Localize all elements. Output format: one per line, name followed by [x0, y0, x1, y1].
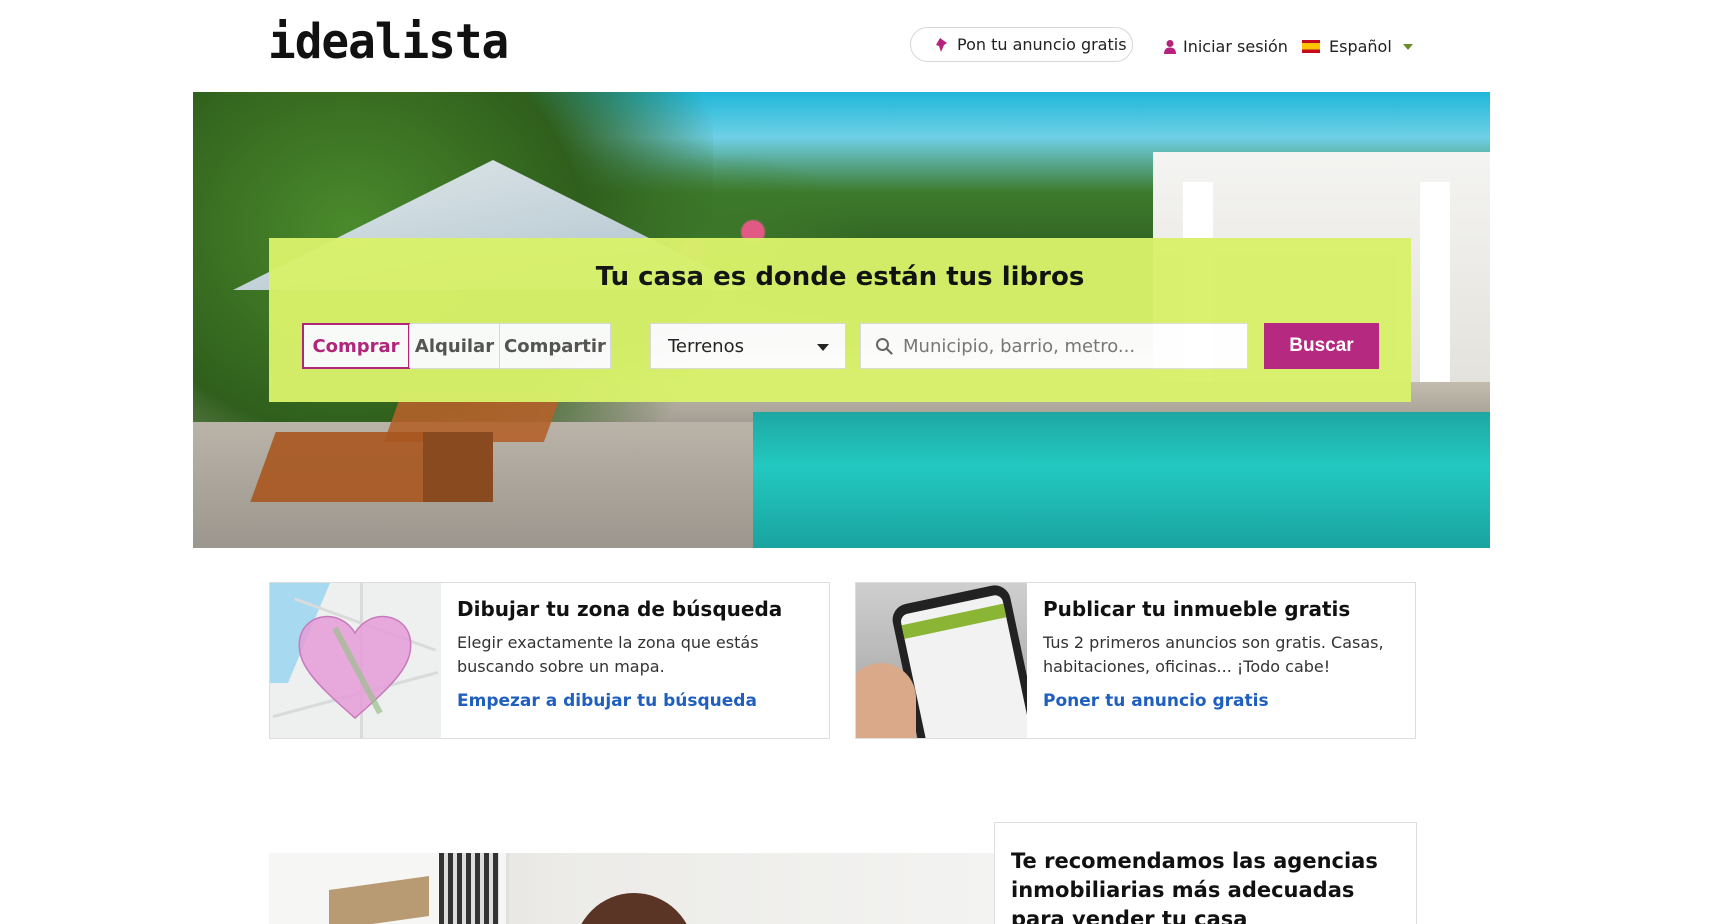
tab-comprar[interactable]: Comprar	[302, 323, 410, 369]
card-text: Tus 2 primeros anuncios son gratis. Casa…	[1043, 633, 1384, 676]
pin-icon	[936, 37, 947, 52]
spain-flag-icon	[1302, 40, 1320, 53]
location-search-field[interactable]	[860, 323, 1248, 369]
tab-alquilar[interactable]: Alquilar	[409, 324, 499, 368]
property-type-value: Terrenos	[668, 335, 744, 357]
search-title: Tu casa es donde están tus libros	[595, 262, 1085, 292]
language-label: Español	[1329, 37, 1392, 56]
heart-area-icon	[298, 616, 412, 719]
user-icon	[1164, 39, 1176, 54]
card-title: Publicar tu inmueble gratis	[1043, 597, 1351, 621]
language-selector[interactable]: Español	[1302, 37, 1413, 56]
draw-area-card[interactable]: Dibujar tu zona de búsqueda Elegir exact…	[269, 582, 830, 739]
publish-ad-button[interactable]: Pon tu anuncio gratis	[910, 27, 1133, 62]
location-input[interactable]	[903, 335, 1233, 357]
chevron-down-icon	[817, 344, 829, 351]
login-label: Iniciar sesión	[1183, 37, 1288, 56]
operation-tabs: Comprar Alquilar Compartir	[302, 323, 611, 369]
start-drawing-link[interactable]: Empezar a dibujar tu búsqueda	[457, 691, 813, 711]
search-button[interactable]: Buscar	[1264, 323, 1379, 369]
idealista-logo[interactable]: idealista	[268, 17, 509, 65]
phone-thumbnail	[856, 583, 1027, 738]
promo-title: Te recomendamos las agencias inmobiliari…	[1011, 849, 1378, 924]
publish-ad-label: Pon tu anuncio gratis	[957, 35, 1127, 54]
login-link[interactable]: Iniciar sesión	[1163, 37, 1288, 56]
agencies-promo-image	[269, 853, 994, 924]
agencies-promo-card[interactable]: Te recomendamos las agencias inmobiliari…	[994, 822, 1417, 924]
post-ad-link[interactable]: Poner tu anuncio gratis	[1043, 691, 1399, 711]
search-icon	[876, 338, 893, 355]
map-thumbnail	[270, 583, 441, 738]
tab-compartir[interactable]: Compartir	[499, 324, 610, 368]
property-type-select[interactable]: Terrenos	[650, 323, 846, 369]
card-title: Dibujar tu zona de búsqueda	[457, 597, 783, 621]
card-text: Elegir exactamente la zona que estás bus…	[457, 633, 759, 676]
search-panel: Tu casa es donde están tus libros Compra…	[269, 238, 1411, 402]
chevron-down-icon	[1402, 43, 1413, 50]
publish-property-card[interactable]: Publicar tu inmueble gratis Tus 2 primer…	[855, 582, 1416, 739]
